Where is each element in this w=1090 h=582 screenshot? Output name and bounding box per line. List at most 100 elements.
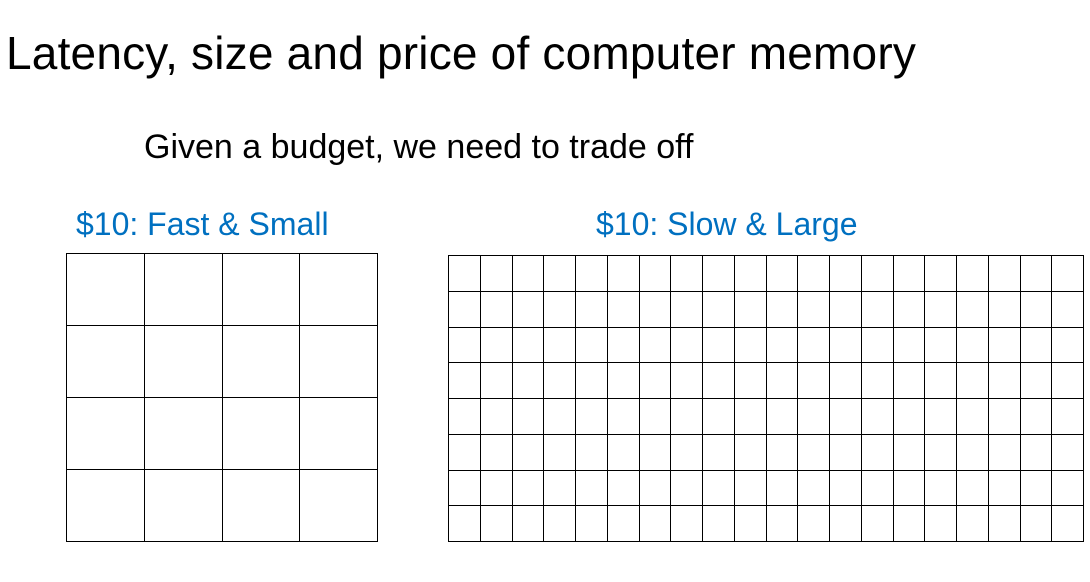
- memory-cell: [925, 256, 957, 292]
- memory-cell: [607, 434, 640, 471]
- memory-cell: [144, 326, 223, 398]
- memory-cell: [1052, 363, 1084, 399]
- memory-cell: [449, 327, 481, 364]
- memory-cell: [544, 470, 576, 507]
- memory-cell: [893, 327, 926, 364]
- memory-cell: [222, 398, 301, 470]
- slow-large-memory-grid: [448, 255, 1084, 542]
- memory-cell: [988, 434, 1021, 471]
- memory-cell: [512, 506, 545, 542]
- memory-cell: [1052, 327, 1084, 364]
- memory-cell: [300, 470, 378, 542]
- memory-cell: [925, 506, 957, 542]
- memory-cell: [766, 506, 799, 542]
- memory-cell: [576, 363, 608, 399]
- memory-cell: [639, 506, 672, 542]
- memory-cell: [893, 363, 926, 399]
- memory-cell: [861, 327, 894, 364]
- memory-cell: [512, 327, 545, 364]
- memory-cell: [830, 399, 862, 435]
- memory-cell: [449, 399, 481, 435]
- memory-cell: [576, 470, 608, 507]
- memory-cell: [449, 470, 481, 507]
- memory-cell: [544, 256, 576, 292]
- memory-cell: [639, 434, 672, 471]
- memory-cell: [671, 506, 703, 542]
- memory-cell: [512, 291, 545, 328]
- memory-cell: [1052, 434, 1084, 471]
- memory-cell: [449, 506, 481, 542]
- memory-cell: [830, 291, 862, 328]
- memory-cell: [671, 434, 703, 471]
- memory-cell: [893, 506, 926, 542]
- memory-cell: [703, 256, 735, 292]
- memory-cell: [639, 256, 672, 292]
- memory-cell: [1020, 291, 1053, 328]
- memory-cell: [703, 399, 735, 435]
- memory-cell: [544, 399, 576, 435]
- memory-cell: [734, 327, 767, 364]
- memory-cell: [957, 256, 989, 292]
- memory-cell: [449, 256, 481, 292]
- memory-cell: [734, 434, 767, 471]
- memory-cell: [957, 291, 989, 328]
- memory-cell: [893, 434, 926, 471]
- memory-cell: [925, 399, 957, 435]
- memory-cell: [639, 399, 672, 435]
- memory-cell: [766, 363, 799, 399]
- memory-cell: [607, 470, 640, 507]
- memory-cell: [830, 470, 862, 507]
- memory-cell: [671, 256, 703, 292]
- memory-cell: [480, 399, 513, 435]
- memory-cell: [480, 506, 513, 542]
- memory-cell: [300, 254, 378, 326]
- memory-cell: [957, 363, 989, 399]
- memory-cell: [830, 256, 862, 292]
- memory-cell: [144, 398, 223, 470]
- memory-cell: [300, 326, 378, 398]
- memory-cell: [703, 506, 735, 542]
- fast-small-memory-grid: [66, 253, 378, 542]
- memory-cell: [861, 291, 894, 328]
- memory-cell: [988, 327, 1021, 364]
- memory-cell: [703, 470, 735, 507]
- memory-cell: [671, 327, 703, 364]
- memory-cell: [544, 327, 576, 364]
- memory-cell: [957, 470, 989, 507]
- memory-cell: [607, 506, 640, 542]
- memory-cell: [480, 434, 513, 471]
- memory-cell: [639, 363, 672, 399]
- memory-cell: [925, 470, 957, 507]
- slow-large-label: $10: Slow & Large: [596, 206, 858, 242]
- memory-cell: [830, 434, 862, 471]
- memory-cell: [480, 291, 513, 328]
- memory-cell: [512, 256, 545, 292]
- memory-cell: [1020, 363, 1053, 399]
- memory-cell: [766, 399, 799, 435]
- memory-cell: [607, 291, 640, 328]
- memory-cell: [957, 327, 989, 364]
- memory-cell: [861, 256, 894, 292]
- memory-cell: [512, 470, 545, 507]
- memory-cell: [861, 470, 894, 507]
- memory-cell: [925, 327, 957, 364]
- memory-cell: [766, 256, 799, 292]
- memory-cell: [512, 434, 545, 471]
- memory-cell: [576, 399, 608, 435]
- memory-cell: [449, 434, 481, 471]
- memory-cell: [480, 470, 513, 507]
- memory-cell: [893, 256, 926, 292]
- memory-cell: [798, 327, 830, 364]
- memory-cell: [480, 327, 513, 364]
- memory-cell: [830, 363, 862, 399]
- memory-cell: [449, 363, 481, 399]
- memory-cell: [576, 291, 608, 328]
- memory-cell: [639, 291, 672, 328]
- memory-cell: [671, 399, 703, 435]
- memory-cell: [766, 434, 799, 471]
- fast-small-label: $10: Fast & Small: [76, 206, 329, 242]
- memory-cell: [607, 256, 640, 292]
- memory-cell: [766, 291, 799, 328]
- memory-cell: [544, 506, 576, 542]
- memory-cell: [798, 256, 830, 292]
